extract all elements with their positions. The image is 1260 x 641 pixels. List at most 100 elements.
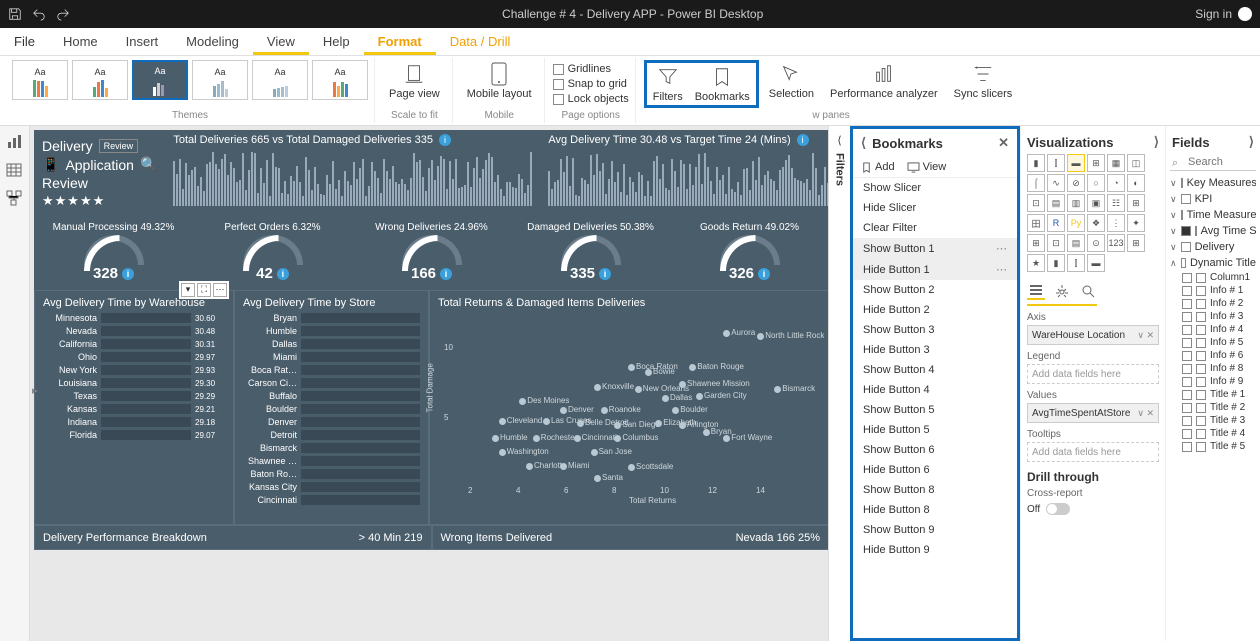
scatter-point[interactable]: [543, 418, 550, 425]
viz-type-icon[interactable]: ◐: [1127, 174, 1145, 192]
scatter-point[interactable]: [526, 463, 533, 470]
bar-row[interactable]: Shawnee …: [243, 456, 420, 466]
store-chart[interactable]: Avg Delivery Time by Store BryanHumbleDa…: [234, 290, 429, 525]
viz-type-icon[interactable]: ▤: [1067, 234, 1085, 252]
chevron-left-icon[interactable]: ⟨: [837, 134, 841, 147]
scatter-point[interactable]: [577, 420, 584, 427]
fields-search-input[interactable]: [1170, 154, 1256, 171]
scatter-point[interactable]: [594, 384, 601, 391]
focus-icon[interactable]: ⛶: [197, 283, 211, 297]
bookmark-item[interactable]: Show Button 9: [853, 520, 1017, 540]
page-view-button[interactable]: Page view: [383, 60, 446, 102]
bar-row[interactable]: Boca Rat…: [243, 365, 420, 375]
viz-type-icon[interactable]: ☷: [1107, 194, 1125, 212]
viz-type-icon[interactable]: ○: [1087, 174, 1105, 192]
viz-type-icon[interactable]: ⊡: [1047, 234, 1065, 252]
viz-type-icon[interactable]: ▬: [1087, 254, 1105, 272]
field-table[interactable]: ∨Key Measures: [1170, 175, 1256, 191]
scatter-point[interactable]: [655, 420, 662, 427]
bar-row[interactable]: Indiana29.18: [43, 417, 225, 427]
scatter-point[interactable]: [628, 364, 635, 371]
field-table[interactable]: ∨KPI: [1170, 191, 1256, 207]
scatter-point[interactable]: [672, 407, 679, 414]
viz-type-icon[interactable]: ⊞: [1127, 194, 1145, 212]
bookmark-item[interactable]: Show Button 5: [853, 400, 1017, 420]
help-tab[interactable]: Help: [309, 28, 364, 55]
scatter-point[interactable]: [723, 330, 730, 337]
sign-in-link[interactable]: Sign in: [1195, 7, 1232, 21]
bookmark-item[interactable]: Show Button 2: [853, 280, 1017, 300]
save-icon[interactable]: [8, 7, 22, 21]
bar-row[interactable]: Kansas29.21: [43, 404, 225, 414]
scatter-point[interactable]: [560, 407, 567, 414]
theme-swatch[interactable]: Aa: [12, 60, 68, 100]
scatter-point[interactable]: [679, 422, 686, 429]
gridlines-checkbox[interactable]: Gridlines: [553, 63, 611, 75]
viz-type-icon[interactable]: ▦: [1107, 154, 1125, 172]
bar-row[interactable]: Detroit: [243, 430, 420, 440]
bar-row[interactable]: Buffalo: [243, 391, 420, 401]
scatter-point[interactable]: [560, 463, 567, 470]
data-view-icon[interactable]: [6, 162, 24, 178]
bar-row[interactable]: Dallas: [243, 339, 420, 349]
scatter-point[interactable]: [499, 449, 506, 456]
sync-slicers-button[interactable]: Sync slicers: [948, 60, 1019, 102]
bar-row[interactable]: Louisiana29.30: [43, 378, 225, 388]
scatter-point[interactable]: [662, 395, 669, 402]
field-table[interactable]: ∨Avg Time Spe: [1170, 223, 1256, 239]
scatter-point[interactable]: [594, 475, 601, 482]
field-item[interactable]: Column1: [1170, 271, 1256, 284]
bookmark-item[interactable]: Show Button 4: [853, 360, 1017, 380]
field-item[interactable]: Info # 4: [1170, 323, 1256, 336]
scatter-point[interactable]: [703, 429, 710, 436]
viz-type-icon[interactable]: ⌠: [1027, 174, 1045, 192]
scatter-point[interactable]: [591, 449, 598, 456]
bookmark-item[interactable]: Show Button 1⋯: [853, 238, 1017, 259]
field-table[interactable]: ∨Delivery: [1170, 239, 1256, 255]
bar-row[interactable]: Carson Ci…: [243, 378, 420, 388]
chevron-right-icon[interactable]: ⟩: [1154, 134, 1159, 150]
field-item[interactable]: Title # 1: [1170, 388, 1256, 401]
viz-type-icon[interactable]: ⊙: [1087, 234, 1105, 252]
tooltips-well[interactable]: Add data fields here: [1027, 442, 1159, 462]
field-item[interactable]: Title # 3: [1170, 414, 1256, 427]
scatter-point[interactable]: [499, 418, 506, 425]
viz-type-icon[interactable]: ▬: [1067, 154, 1085, 172]
scatter-point[interactable]: [574, 435, 581, 442]
bookmark-item[interactable]: Hide Button 6: [853, 460, 1017, 480]
viz-type-icon[interactable]: 123: [1107, 234, 1125, 252]
gauge-card[interactable]: Manual Processing 49.32%328 i: [34, 220, 193, 290]
viz-type-icon[interactable]: Py: [1067, 214, 1085, 232]
chevron-right-icon[interactable]: ⟩: [1249, 134, 1254, 150]
more-icon[interactable]: ⋯: [213, 283, 227, 297]
field-item[interactable]: Info # 2: [1170, 297, 1256, 310]
add-bookmark-button[interactable]: Add: [861, 161, 895, 173]
format-tab[interactable]: Format: [364, 28, 436, 55]
snap-to-grid-checkbox[interactable]: Snap to grid: [553, 78, 627, 90]
viz-type-icon[interactable]: ★: [1027, 254, 1045, 272]
field-item[interactable]: Title # 2: [1170, 401, 1256, 414]
bookmark-item[interactable]: Hide Button 5: [853, 420, 1017, 440]
view-tab[interactable]: View: [253, 28, 309, 55]
datadrill-tab[interactable]: Data / Drill: [436, 28, 525, 55]
scatter-point[interactable]: [679, 381, 686, 388]
bar-row[interactable]: Denver: [243, 417, 420, 427]
perf-breakdown-card[interactable]: Delivery Performance Breakdown> 40 Min 2…: [34, 525, 432, 550]
undo-icon[interactable]: [32, 7, 46, 21]
bookmark-item[interactable]: Show Button 8: [853, 480, 1017, 500]
theme-swatch[interactable]: Aa: [72, 60, 128, 100]
filters-pane-collapsed[interactable]: ⟨ Filters: [828, 126, 850, 641]
theme-swatch[interactable]: Aa: [252, 60, 308, 100]
bar-row[interactable]: Kansas City: [243, 482, 420, 492]
viz-type-icon[interactable]: ⫿: [1067, 254, 1085, 272]
values-well[interactable]: AvgTimeSpentAtStore∨ ✕: [1027, 403, 1159, 423]
bookmark-item[interactable]: Hide Button 1⋯: [853, 259, 1017, 280]
bookmark-item[interactable]: Show Button 6: [853, 440, 1017, 460]
scatter-point[interactable]: [723, 435, 730, 442]
gauge-card[interactable]: Wrong Deliveries 24.96%166 i: [352, 220, 511, 290]
bookmark-item[interactable]: Hide Button 4: [853, 380, 1017, 400]
bookmark-item[interactable]: Show Slicer: [853, 178, 1017, 198]
scatter-point[interactable]: [519, 398, 526, 405]
field-item[interactable]: Title # 5: [1170, 440, 1256, 453]
field-table[interactable]: ∨Time Measure: [1170, 207, 1256, 223]
